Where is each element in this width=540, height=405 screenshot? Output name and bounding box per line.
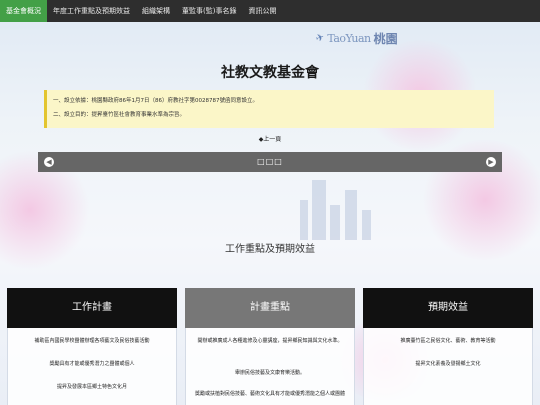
previous-page-link[interactable]: ◆上一頁 [0,134,540,143]
column-header-work-plan: 工作計畫 [7,288,177,328]
column-header-plan-focus: 計畫重點 [185,288,355,328]
chevron-right-icon[interactable]: ▶ [486,157,496,167]
column-body-work-plan: 補助區內國民學校團體辦理各項藝文及民俗技藝活動 獎勵具有才能或優秀潛力之團體或個… [7,328,177,405]
logo-chinese: 桃園 [373,32,398,46]
page-title: 社教文教基金會 [221,65,319,81]
slider-indicator[interactable]: □□□ [38,157,502,167]
notice-box: 一、設立依據：桃園縣政府86年1月7日（86）府教社字第0028787號函同意設… [44,90,494,128]
logo-english: TaoYuan [327,32,371,45]
nav-item-annual-work-focus[interactable]: 年度工作重點及預期效益 [47,0,136,22]
list-item: 提昇及發展本區鄉土特色文化月 [56,384,127,390]
list-item: 推廣臺竹區之民俗文化、藝術、教育等活動 [400,338,496,344]
notice-line-2: 二、設立目的：提昇臺竹區社會教育事業水準為宗旨。 [53,112,186,118]
top-navigation: 基金會概況 年度工作重點及預期效益 組織架構 董監事(監)事名錄 資訊公開 [0,0,540,22]
list-item: 獎勵具有才能或優秀潛力之團體或個人 [49,361,135,367]
section-title: 工作重點及預期效益 [225,244,315,255]
nav-item-foundation-overview[interactable]: 基金會概況 [0,0,47,22]
column-header-expected-benefits: 預期效益 [363,288,533,328]
column-body-expected-benefits: 推廣臺竹區之民俗文化、藝術、教育等活動 提昇文化素養及發揚鄉土文化 [363,328,533,405]
list-item: 開辦或推廣成人各種進修及心靈講座，提昇鄉民知識與文化水準。 [197,338,343,344]
image-slider: ◀ □□□ ▶ [38,152,502,172]
list-item: 獎勵或扶植對民俗技藝、藝術文化具有才能或優秀潛能之個人或團體 [194,391,345,397]
nav-item-public-info[interactable]: 資訊公開 [242,0,282,22]
nav-item-organization[interactable]: 組織架構 [136,0,176,22]
notice-line-1: 一、設立依據：桃園縣政府86年1月7日（86）府教社字第0028787號函同意設… [53,98,258,104]
list-item: 補助區內國民學校團體辦理各項藝文及民俗技藝活動 [34,338,150,344]
taoyuan-logo: ✈ TaoYuan 桃園 [314,30,398,47]
list-item: 舉辦民俗技藝及文康育樂活動。 [234,370,305,376]
nav-item-directors-list[interactable]: 董監事(監)事名錄 [176,0,242,22]
list-item: 提昇文化素養及發揚鄉土文化 [415,361,481,367]
column-body-plan-focus: 開辦或推廣成人各種進修及心靈講座，提昇鄉民知識與文化水準。 舉辦民俗技藝及文康育… [185,328,355,405]
plane-icon: ✈ [314,31,327,46]
